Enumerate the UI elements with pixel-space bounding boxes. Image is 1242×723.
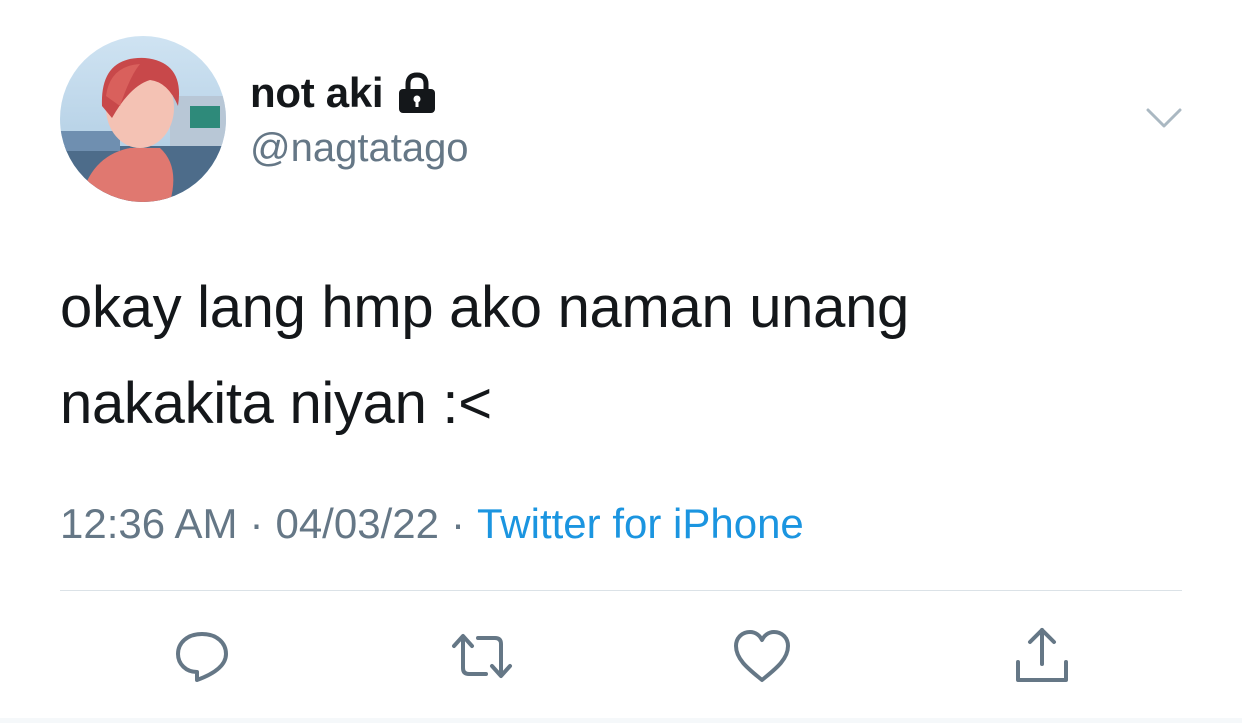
bottom-border	[0, 718, 1242, 723]
user-handle[interactable]: @nagtatago	[250, 126, 469, 171]
tweet-text-line-1: okay lang hmp ako naman unang	[60, 275, 910, 340]
share-icon	[1016, 628, 1068, 682]
avatar-image	[60, 36, 226, 202]
retweet-button[interactable]	[450, 624, 514, 688]
share-button[interactable]	[1010, 624, 1074, 688]
display-name[interactable]: not aki	[250, 69, 384, 117]
chevron-down-icon[interactable]	[1144, 104, 1184, 132]
divider	[60, 590, 1182, 591]
reply-button[interactable]	[170, 624, 234, 688]
like-icon	[734, 630, 790, 682]
tweet-source-link[interactable]: Twitter for iPhone	[477, 500, 804, 548]
lock-icon	[395, 70, 439, 116]
meta-separator: ·	[450, 500, 465, 547]
display-name-row: not aki	[250, 68, 439, 118]
tweet-time[interactable]: 12:36 AM	[60, 500, 237, 548]
tweet-text: okay lang hmp ako naman unang nakakita n…	[60, 260, 1180, 452]
tweet-meta: 12:36 AM · 04/03/22 · Twitter for iPhone	[60, 500, 804, 548]
tweet-text-line-2: nakakita niyan :<	[60, 371, 492, 436]
meta-separator: ·	[249, 500, 264, 547]
tweet-date[interactable]: 04/03/22	[275, 500, 439, 548]
like-button[interactable]	[730, 624, 794, 688]
reply-icon	[176, 632, 228, 682]
retweet-icon	[452, 634, 512, 678]
avatar[interactable]	[60, 36, 226, 202]
